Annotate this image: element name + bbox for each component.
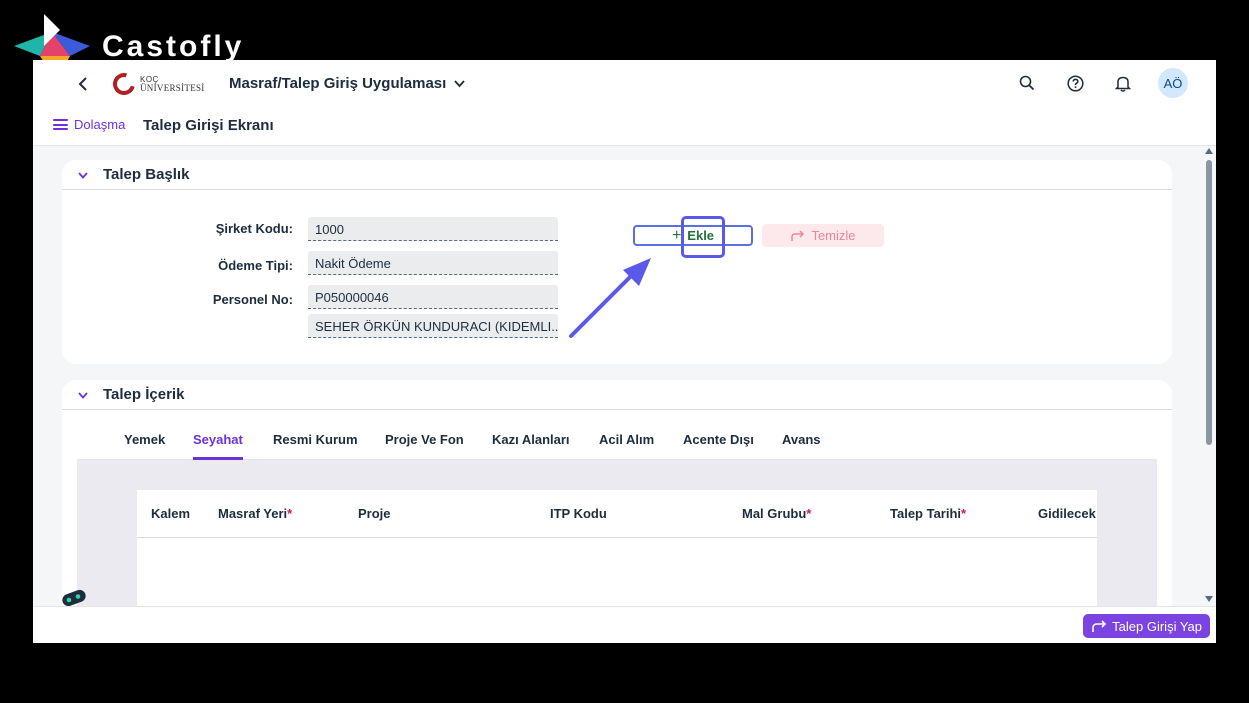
- app-window: KOÇ ÜNİVERSİTESİ Masraf/Talep Giriş Uygu…: [33, 60, 1216, 643]
- header-panel: Talep Başlık Şirket Kodu: 1000 Ödeme Tip…: [62, 160, 1172, 364]
- tab-acil-alim[interactable]: Acil Alım: [599, 432, 654, 457]
- column-header-gidilecek-yer[interactable]: Gidilecek Y: [1038, 506, 1097, 521]
- sub-header: Dolaşma Talep Girişi Ekranı: [33, 108, 1216, 146]
- pointer-arrow-icon: [569, 258, 651, 338]
- items-table: Kalem Masraf Yeri* Proje ITP Kodu Mal Gr…: [137, 490, 1097, 610]
- app-title: Masraf/Talep Giriş Uygulaması: [229, 75, 447, 92]
- clear-button-label: Temizle: [811, 228, 856, 243]
- tab-seyahat[interactable]: Seyahat: [193, 432, 243, 460]
- click-highlight-box: [681, 216, 725, 258]
- tab-bar: Yemek Seyahat Resmi Kurum Proje Ve Fon K…: [77, 424, 1157, 460]
- user-avatar[interactable]: AÖ: [1158, 68, 1188, 98]
- chevron-down-icon: [454, 79, 465, 87]
- sirket-kodu-label: Şirket Kodu:: [215, 221, 293, 236]
- tab-proje-ve-fon[interactable]: Proje Ve Fon: [385, 432, 464, 457]
- notifications-button[interactable]: [1110, 70, 1136, 96]
- screen: Castofly KOÇ ÜNİVERSİTESİ Masraf/Talep G…: [0, 0, 1249, 703]
- koc-logo-mark-icon: [108, 68, 140, 100]
- page-title: Talep Girişi Ekranı: [143, 117, 274, 134]
- help-button[interactable]: [1062, 70, 1088, 96]
- logo-line2: ÜNİVERSİTESİ: [140, 83, 205, 93]
- sirket-kodu-field[interactable]: 1000: [308, 217, 558, 241]
- footer-bar: Talep Girişi Yap: [33, 606, 1216, 643]
- odeme-tipi-field[interactable]: Nakit Ödeme: [308, 251, 558, 275]
- tab-content: Kalem Masraf Yeri* Proje ITP Kodu Mal Gr…: [77, 460, 1157, 620]
- clear-button[interactable]: Temizle: [762, 224, 884, 247]
- chevron-down-icon[interactable]: [76, 168, 90, 182]
- content-panel: Talep İçerik Yemek Seyahat Resmi Kurum P…: [62, 380, 1172, 620]
- tab-kazi-alanlari[interactable]: Kazı Alanları: [492, 432, 570, 457]
- tab-resmi-kurum[interactable]: Resmi Kurum: [273, 432, 358, 457]
- column-header-masraf-yeri[interactable]: Masraf Yeri*: [218, 506, 292, 521]
- navigation-label: Dolaşma: [74, 117, 126, 132]
- header-panel-title: Talep Başlık: [103, 166, 190, 183]
- submit-request-label: Talep Girişi Yap: [1112, 618, 1202, 634]
- menu-icon: [53, 119, 68, 130]
- chevron-down-icon[interactable]: [76, 388, 90, 402]
- tab-avans[interactable]: Avans: [782, 432, 821, 457]
- scroll-down-icon[interactable]: [1205, 596, 1213, 602]
- column-header-kalem[interactable]: Kalem: [151, 506, 190, 521]
- castofly-watermark: Castofly: [102, 30, 245, 63]
- table-header: Kalem Masraf Yeri* Proje ITP Kodu Mal Gr…: [137, 490, 1097, 538]
- chevron-left-icon: [78, 77, 87, 91]
- submit-request-button[interactable]: Talep Girişi Yap: [1083, 614, 1210, 638]
- shell-bar: KOÇ ÜNİVERSİTESİ Masraf/Talep Giriş Uygu…: [33, 60, 1216, 108]
- vertical-scrollbar[interactable]: [1203, 146, 1216, 606]
- odeme-tipi-label: Ödeme Tipi:: [218, 258, 293, 273]
- help-icon: [1066, 74, 1084, 92]
- search-icon: [1019, 75, 1035, 91]
- app-title-menu[interactable]: Masraf/Talep Giriş Uygulaması: [229, 75, 465, 92]
- plus-icon: +: [671, 226, 682, 244]
- bell-icon: [1115, 76, 1131, 92]
- navigation-button[interactable]: Dolaşma: [53, 117, 125, 132]
- search-button[interactable]: [1014, 70, 1040, 96]
- column-header-mal-grubu[interactable]: Mal Grubu*: [742, 506, 811, 521]
- content-panel-head[interactable]: Talep İçerik: [62, 380, 1172, 410]
- header-panel-head[interactable]: Talep Başlık: [62, 160, 1172, 190]
- scroll-up-icon[interactable]: [1205, 148, 1213, 154]
- share-arrow-icon: [1092, 619, 1107, 632]
- koc-university-logo[interactable]: KOÇ ÜNİVERSİTESİ: [108, 68, 213, 100]
- content-panel-title: Talep İçerik: [103, 386, 185, 403]
- column-header-talep-tarihi[interactable]: Talep Tarihi*: [890, 506, 966, 521]
- tab-acente-disi[interactable]: Acente Dışı: [683, 432, 754, 457]
- scroll-thumb[interactable]: [1206, 160, 1212, 445]
- tab-yemek[interactable]: Yemek: [124, 432, 165, 457]
- redo-arrow-icon: [791, 229, 805, 241]
- column-header-itp-kodu[interactable]: ITP Kodu: [550, 506, 607, 521]
- personel-name-field: SEHER ÖRKÜN KUNDURACI (KIDEMLI...: [308, 314, 558, 338]
- personel-no-label: Personel No:: [212, 292, 293, 307]
- personel-no-field[interactable]: P050000046: [308, 285, 558, 309]
- column-header-proje[interactable]: Proje: [358, 506, 391, 521]
- back-button[interactable]: [73, 74, 93, 94]
